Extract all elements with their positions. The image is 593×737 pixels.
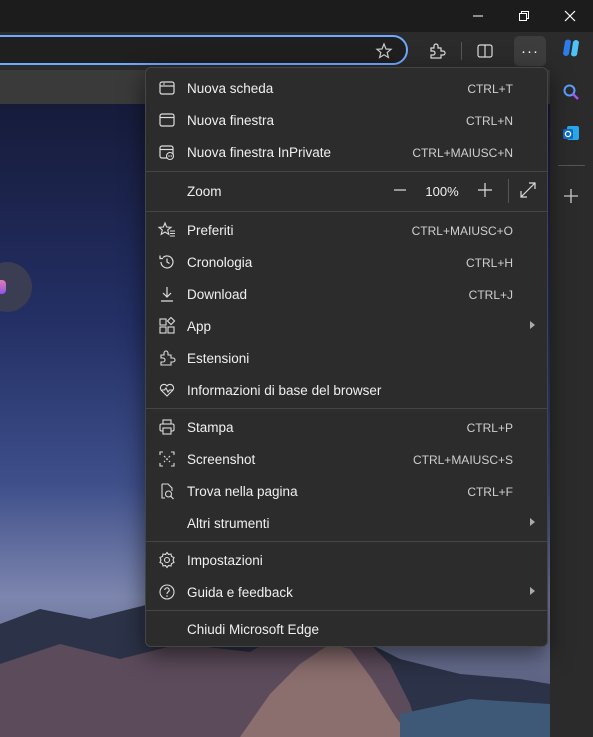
star-icon[interactable] <box>369 36 399 66</box>
menu-item-extensions[interactable]: Estensioni <box>146 342 547 374</box>
shortcut-text: CTRL+P <box>466 421 513 435</box>
title-bar <box>0 0 593 32</box>
help-icon <box>158 583 176 601</box>
menu-item-find-in-page[interactable]: Trova nella pagina CTRL+F <box>146 475 547 507</box>
submenu-arrow-icon <box>530 321 535 329</box>
more-icon: ··· <box>521 42 539 60</box>
shortcut-text: CTRL+H <box>465 256 513 270</box>
minimize-icon[interactable] <box>455 0 501 32</box>
menu-item-label: Preferiti <box>187 223 234 238</box>
browser-essentials-icon <box>158 381 176 399</box>
menu-item-label: Cronologia <box>187 255 253 270</box>
outlook-icon[interactable] <box>556 118 586 148</box>
split-screen-icon[interactable] <box>470 36 500 66</box>
widget-accent <box>0 280 6 294</box>
menu-item-settings[interactable]: Impostazioni <box>146 544 547 576</box>
extensions-icon <box>158 349 176 367</box>
menu-item-print[interactable]: Stampa CTRL+P <box>146 411 547 443</box>
copilot-icon[interactable] <box>556 33 586 63</box>
shortcut-text: CTRL+J <box>468 288 513 302</box>
menu-item-screenshot[interactable]: Screenshot CTRL+MAIUSC+S <box>146 443 547 475</box>
submenu-arrow-icon <box>530 587 535 595</box>
menu-item-label: Guida e feedback <box>187 585 293 600</box>
menu-item-new-window[interactable]: Nuova finestra CTRL+N <box>146 104 547 136</box>
puzzle-icon[interactable] <box>422 36 452 66</box>
more-options-button[interactable]: ··· <box>514 36 546 66</box>
menu-item-close-edge[interactable]: Chiudi Microsoft Edge <box>146 613 547 645</box>
settings-icon <box>158 551 176 569</box>
menu-item-download[interactable]: Download CTRL+J <box>146 278 547 310</box>
close-icon[interactable] <box>547 0 593 32</box>
menu-item-favorites[interactable]: Preferiti CTRL+MAIUSC+O <box>146 214 547 246</box>
menu-item-zoom: Zoom 100% <box>146 172 547 210</box>
shortcut-text: CTRL+MAIUSC+S <box>412 453 513 467</box>
menu-item-label: Download <box>187 287 248 302</box>
menu-item-label: Impostazioni <box>187 553 263 568</box>
menu-item-label: App <box>187 319 212 334</box>
shortcut-text: CTRL+T <box>467 82 513 96</box>
new-tab-icon <box>158 79 176 97</box>
menu-item-label: Nuova finestra <box>187 113 275 128</box>
shortcut-text: CTRL+N <box>465 114 513 128</box>
menu-item-label: Zoom <box>187 184 222 199</box>
history-icon <box>158 253 176 271</box>
download-icon <box>158 285 176 303</box>
expand-icon <box>520 182 536 198</box>
print-icon <box>158 418 176 436</box>
menu-item-help-feedback[interactable]: Guida e feedback <box>146 576 547 608</box>
settings-menu: Nuova scheda CTRL+T Nuova finestra CTRL+… <box>145 67 548 647</box>
shortcut-text: CTRL+MAIUSC+N <box>412 146 513 160</box>
menu-item-label: Nuova finestra InPrivate <box>187 145 332 160</box>
sidebar <box>550 39 593 737</box>
add-icon[interactable] <box>556 181 586 211</box>
inprivate-icon <box>158 143 176 161</box>
menu-item-new-inprivate-window[interactable]: Nuova finestra InPrivate CTRL+MAIUSC+N <box>146 136 547 168</box>
restore-icon[interactable] <box>501 0 547 32</box>
favorites-icon <box>158 221 176 239</box>
find-icon <box>158 482 176 500</box>
shortcut-text: CTRL+F <box>467 485 513 499</box>
zoom-in-button[interactable] <box>473 178 497 202</box>
menu-item-new-tab[interactable]: Nuova scheda CTRL+T <box>146 72 547 104</box>
new-window-icon <box>158 111 176 129</box>
address-bar[interactable] <box>0 35 408 65</box>
menu-item-label: Screenshot <box>187 452 256 467</box>
search-icon[interactable] <box>556 77 586 107</box>
apps-icon <box>158 317 176 335</box>
menu-item-history[interactable]: Cronologia CTRL+H <box>146 246 547 278</box>
menu-item-apps[interactable]: App <box>146 310 547 342</box>
menu-item-more-tools[interactable]: Altri strumenti <box>146 507 547 539</box>
menu-item-label: Trova nella pagina <box>187 484 298 499</box>
menu-item-label: Stampa <box>187 420 234 435</box>
menu-item-label: Informazioni di base del browser <box>187 383 382 398</box>
menu-item-label: Chiudi Microsoft Edge <box>187 622 320 637</box>
zoom-level: 100% <box>425 184 459 199</box>
fullscreen-button[interactable] <box>516 178 540 202</box>
menu-item-label: Altri strumenti <box>187 516 270 531</box>
shortcut-text: CTRL+MAIUSC+O <box>411 224 513 238</box>
screenshot-icon <box>158 450 176 468</box>
menu-item-browser-essentials[interactable]: Informazioni di base del browser <box>146 374 547 406</box>
menu-item-label: Estensioni <box>187 351 250 366</box>
menu-item-label: Nuova scheda <box>187 81 274 96</box>
zoom-out-button[interactable] <box>388 178 412 202</box>
toolbar: ··· <box>0 32 593 70</box>
submenu-arrow-icon <box>530 518 535 526</box>
